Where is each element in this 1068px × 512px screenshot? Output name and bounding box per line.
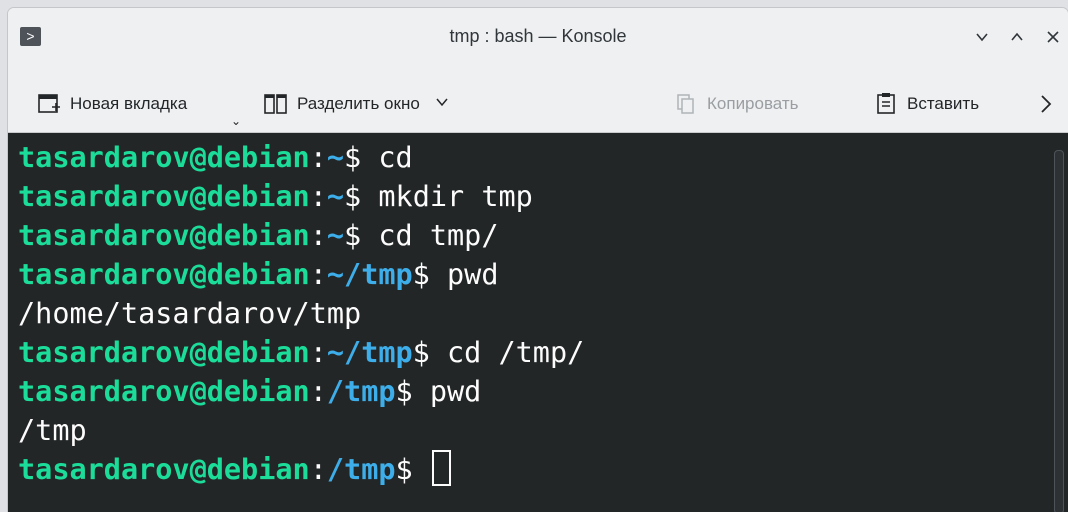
new-tab-label: Новая вкладка: [70, 94, 188, 113]
maximize-button[interactable]: [1005, 25, 1029, 49]
konsole-window: > tmp : bash — Konsole Новая вкладка ⌄ Р…: [8, 8, 1068, 512]
terminal-line: tasardarov@debian:~$ cd: [18, 141, 413, 174]
paste-label: Вставить: [907, 94, 980, 113]
close-icon: [1047, 31, 1059, 43]
split-view-icon: [263, 91, 289, 117]
terminal-line: tasardarov@debian:~$ cd tmp/: [18, 219, 499, 252]
window-title: tmp : bash — Konsole: [449, 26, 627, 46]
more-actions-button[interactable]: [1038, 74, 1054, 134]
new-tab-button[interactable]: Новая вкладка ⌄: [36, 74, 241, 134]
split-view-label: Разделить окно: [297, 94, 420, 113]
terminal-line: tasardarov@debian:~/tmp$ cd /tmp/: [18, 336, 585, 369]
copy-icon: [673, 91, 699, 117]
copy-label: Копировать: [707, 94, 799, 113]
copy-button[interactable]: Копировать: [673, 74, 799, 134]
chevron-up-icon: [1011, 32, 1023, 41]
chevron-right-icon: [1041, 95, 1052, 113]
paste-icon: [873, 91, 899, 117]
split-view-button[interactable]: Разделить окно: [263, 74, 450, 134]
chevron-down-icon: [976, 33, 988, 42]
paste-button[interactable]: Вставить: [873, 74, 979, 134]
terminal-prompt-line[interactable]: tasardarov@debian:/tmp$: [18, 450, 451, 489]
terminal-scrollbar[interactable]: [1054, 150, 1064, 512]
new-tab-icon: [36, 91, 62, 117]
terminal-output-line: /home/tasardarov/tmp: [18, 297, 362, 330]
terminal-line: tasardarov@debian:/tmp$ pwd: [18, 375, 482, 408]
chevron-down-icon: [434, 94, 450, 115]
text-cursor: [431, 450, 451, 486]
toolbar: Новая вкладка ⌄ Разделить окно Копироват…: [8, 74, 1068, 134]
terminal-view[interactable]: tasardarov@debian:~$ cd tasardarov@debia…: [8, 133, 1068, 512]
minimize-button[interactable]: [970, 25, 994, 49]
close-button[interactable]: [1041, 25, 1065, 49]
terminal-line: tasardarov@debian:~/tmp$ pwd: [18, 258, 499, 291]
title-bar[interactable]: > tmp : bash — Konsole: [8, 8, 1068, 64]
terminal-output-line: /tmp: [18, 414, 87, 447]
terminal-line: tasardarov@debian:~$ mkdir tmp: [18, 180, 533, 213]
chevron-down-icon[interactable]: ⌄: [231, 114, 241, 128]
